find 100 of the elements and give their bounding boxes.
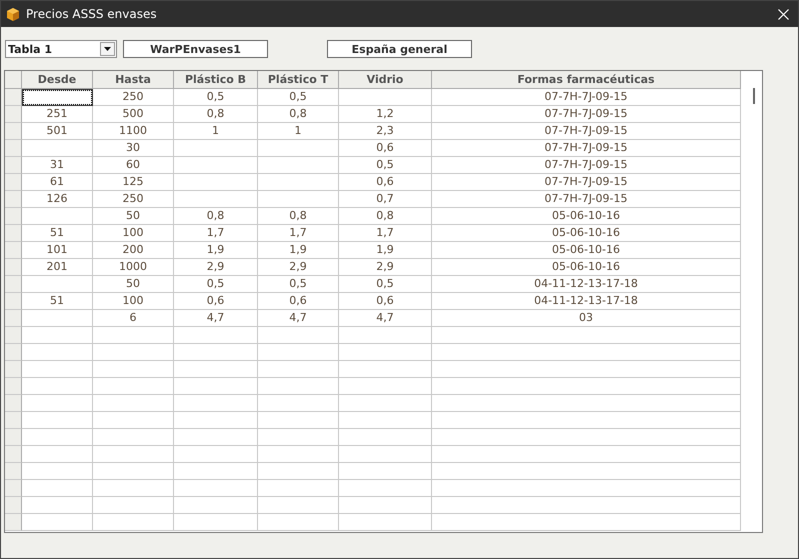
row-header[interactable]	[5, 446, 22, 463]
table-cell: 03	[432, 310, 741, 327]
table-cell	[22, 514, 93, 531]
row-header[interactable]	[5, 514, 22, 531]
table-cell: 0,8	[258, 106, 339, 123]
table-cell: 0,8	[339, 208, 432, 225]
table-cell: 4,7	[174, 310, 258, 327]
table-cell: 250	[93, 191, 174, 208]
row-header[interactable]	[5, 463, 22, 480]
row-header[interactable]	[5, 395, 22, 412]
table-cell	[22, 344, 93, 361]
table-cell: 0,8	[258, 208, 339, 225]
table-cell: 51	[22, 293, 93, 310]
column-header[interactable]: Vidrio	[339, 71, 432, 89]
table-cell: 0,8	[174, 106, 258, 123]
table-cell: 4,7	[258, 310, 339, 327]
table-cell: 0,6	[339, 293, 432, 310]
table-cell: 07-7H-7J-09-15	[432, 140, 741, 157]
row-header[interactable]	[5, 157, 22, 174]
table-cell: 1	[174, 123, 258, 140]
table-cell: 61	[22, 174, 93, 191]
table-cell: 05-06-10-16	[432, 208, 741, 225]
table-cell: 31	[22, 157, 93, 174]
row-header[interactable]	[5, 293, 22, 310]
table-cell: 2,3	[339, 123, 432, 140]
table-cell	[22, 480, 93, 497]
table-cell: 04-11-12-13-17-18	[432, 276, 741, 293]
table-cell: 05-06-10-16	[432, 242, 741, 259]
table-cell: 0,8	[174, 208, 258, 225]
table-cell: 100	[93, 293, 174, 310]
region-field[interactable]: España general	[327, 40, 472, 58]
table-cell: 2,9	[174, 259, 258, 276]
column-header[interactable]: Hasta	[93, 71, 174, 89]
row-header[interactable]	[5, 225, 22, 242]
table-cell	[22, 327, 93, 344]
table-cell	[22, 429, 93, 446]
table-cell	[22, 497, 93, 514]
table-cell: 1,9	[174, 242, 258, 259]
row-header[interactable]	[5, 429, 22, 446]
name-field[interactable]: WarPEnvases1	[123, 40, 268, 58]
caret-icon	[104, 47, 111, 51]
table-cell: 250	[93, 89, 174, 106]
row-header[interactable]	[5, 378, 22, 395]
row-header[interactable]	[5, 480, 22, 497]
table-cell: 0,7	[339, 191, 432, 208]
scrollbar-thumb[interactable]	[753, 88, 755, 104]
table-cell: 1,9	[258, 242, 339, 259]
table-cell: 1,2	[339, 106, 432, 123]
table-cell: 04-11-12-13-17-18	[432, 293, 741, 310]
table-cell: 1100	[93, 123, 174, 140]
row-header[interactable]	[5, 140, 22, 157]
row-header[interactable]	[5, 497, 22, 514]
window-title: Precios ASSS envases	[26, 7, 158, 21]
column-header[interactable]: Desde	[22, 71, 93, 89]
table-dropdown[interactable]: Tabla 1	[5, 40, 117, 58]
row-header[interactable]	[5, 89, 22, 106]
table-cell	[22, 378, 93, 395]
table-cell	[22, 412, 93, 429]
row-header[interactable]	[5, 106, 22, 123]
table-cell: 07-7H-7J-09-15	[432, 191, 741, 208]
table-cell: 0,6	[258, 293, 339, 310]
row-header[interactable]	[5, 327, 22, 344]
row-header[interactable]	[5, 344, 22, 361]
table-cell: 0,5	[258, 89, 339, 106]
table-cell: 0,5	[339, 276, 432, 293]
row-header[interactable]	[5, 412, 22, 429]
row-header[interactable]	[5, 310, 22, 327]
table-cell: 1,9	[339, 242, 432, 259]
table-cell: 200	[93, 242, 174, 259]
table-cell: 05-06-10-16	[432, 259, 741, 276]
row-header[interactable]	[5, 276, 22, 293]
table-cell: 6	[93, 310, 174, 327]
table-cell: 2,9	[258, 259, 339, 276]
table-cell: 51	[22, 225, 93, 242]
row-header[interactable]	[5, 191, 22, 208]
table-cell	[22, 361, 93, 378]
row-header[interactable]	[5, 361, 22, 378]
table-cell: 07-7H-7J-09-15	[432, 123, 741, 140]
row-header[interactable]	[5, 242, 22, 259]
table-cell: 0,5	[339, 157, 432, 174]
column-header[interactable]: Plástico T	[258, 71, 339, 89]
table-cell: 501	[22, 123, 93, 140]
close-icon	[778, 8, 788, 20]
table-cell: 1	[258, 123, 339, 140]
row-header[interactable]	[5, 259, 22, 276]
table-cell: 2,9	[339, 259, 432, 276]
table-cell: 60	[93, 157, 174, 174]
table-cell: 1000	[93, 259, 174, 276]
column-header[interactable]: Formas farmacéuticas	[432, 71, 741, 89]
column-header[interactable]: Plástico B	[174, 71, 258, 89]
table-cell: 07-7H-7J-09-15	[432, 106, 741, 123]
table-cell: 125	[93, 174, 174, 191]
table-cell: 0,6	[339, 140, 432, 157]
row-header[interactable]	[5, 123, 22, 140]
row-header[interactable]	[5, 174, 22, 191]
row-header[interactable]	[5, 208, 22, 225]
corner-header[interactable]	[5, 71, 22, 89]
table-cell: 0,6	[339, 174, 432, 191]
table-cell: 07-7H-7J-09-15	[432, 89, 741, 106]
table-cell: 1,7	[174, 225, 258, 242]
